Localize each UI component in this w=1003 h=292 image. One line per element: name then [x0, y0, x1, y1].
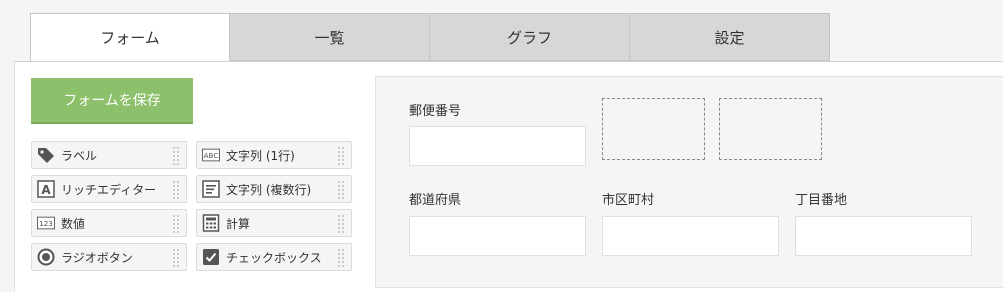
drag-handle-icon[interactable] [337, 180, 345, 200]
number-icon: 123 [37, 214, 55, 232]
rich-editor-icon: A [37, 180, 55, 198]
address-label: 丁目番地 [795, 193, 848, 208]
abc-icon-text: ABC [204, 151, 219, 160]
palette-item-rich-editor[interactable]: A リッチエディター [31, 175, 187, 203]
rich-editor-icon-text: A [41, 183, 51, 197]
drag-handle-icon[interactable] [172, 214, 180, 234]
calculator-icon [202, 214, 220, 232]
palette-item-text: 文字列 (複数行) [226, 182, 312, 197]
palette-item-radio[interactable]: ラジオボタン [31, 243, 187, 271]
drag-handle-icon[interactable] [172, 180, 180, 200]
tab-bar: フォーム 一覧 グラフ 設定 [30, 13, 830, 62]
drag-handle-icon[interactable] [172, 248, 180, 268]
checkbox-icon [202, 248, 220, 266]
palette-item-text: ラベル [61, 148, 98, 163]
multiline-text-icon [202, 180, 220, 198]
postal-code-field[interactable] [409, 126, 586, 166]
drag-handle-icon[interactable] [337, 248, 345, 268]
tag-icon [37, 146, 55, 164]
prefecture-label: 都道府県 [409, 193, 462, 208]
save-form-button[interactable]: フォームを保存 [31, 78, 193, 124]
prefecture-field[interactable] [409, 216, 586, 256]
palette-item-multi-line-text[interactable]: 文字列 (複数行) [196, 175, 352, 203]
palette-item-text: チェックボックス [226, 250, 322, 265]
drag-handle-icon[interactable] [337, 146, 345, 166]
palette-item-checkbox[interactable]: チェックボックス [196, 243, 352, 271]
empty-drop-slot[interactable] [719, 98, 822, 160]
empty-drop-slot[interactable] [602, 98, 705, 160]
tab-graph[interactable]: グラフ [430, 13, 630, 61]
palette-item-text: 計算 [226, 216, 251, 231]
city-field[interactable] [602, 216, 779, 256]
postal-code-label: 郵便番号 [409, 104, 462, 119]
palette-item-text: ラジオボタン [61, 250, 133, 265]
tab-list[interactable]: 一覧 [230, 13, 430, 61]
palette-item-number[interactable]: 123 数値 [31, 209, 187, 237]
city-label: 市区町村 [602, 193, 655, 208]
drag-handle-icon[interactable] [172, 146, 180, 166]
tab-settings[interactable]: 設定 [630, 13, 830, 61]
palette-item-text: 文字列 (1行) [226, 148, 295, 163]
palette-item-label[interactable]: ラベル [31, 141, 187, 169]
palette-item-calculation[interactable]: 計算 [196, 209, 352, 237]
drag-handle-icon[interactable] [337, 214, 345, 234]
palette-item-text: リッチエディター [61, 182, 157, 197]
radio-icon [37, 248, 55, 266]
tab-form[interactable]: フォーム [30, 13, 230, 62]
abc-icon: ABC [202, 146, 220, 164]
palette-item-text: 数値 [61, 216, 86, 231]
palette-item-single-line-text[interactable]: ABC 文字列 (1行) [196, 141, 352, 169]
number-icon-text: 123 [39, 219, 53, 228]
address-field[interactable] [795, 216, 972, 256]
